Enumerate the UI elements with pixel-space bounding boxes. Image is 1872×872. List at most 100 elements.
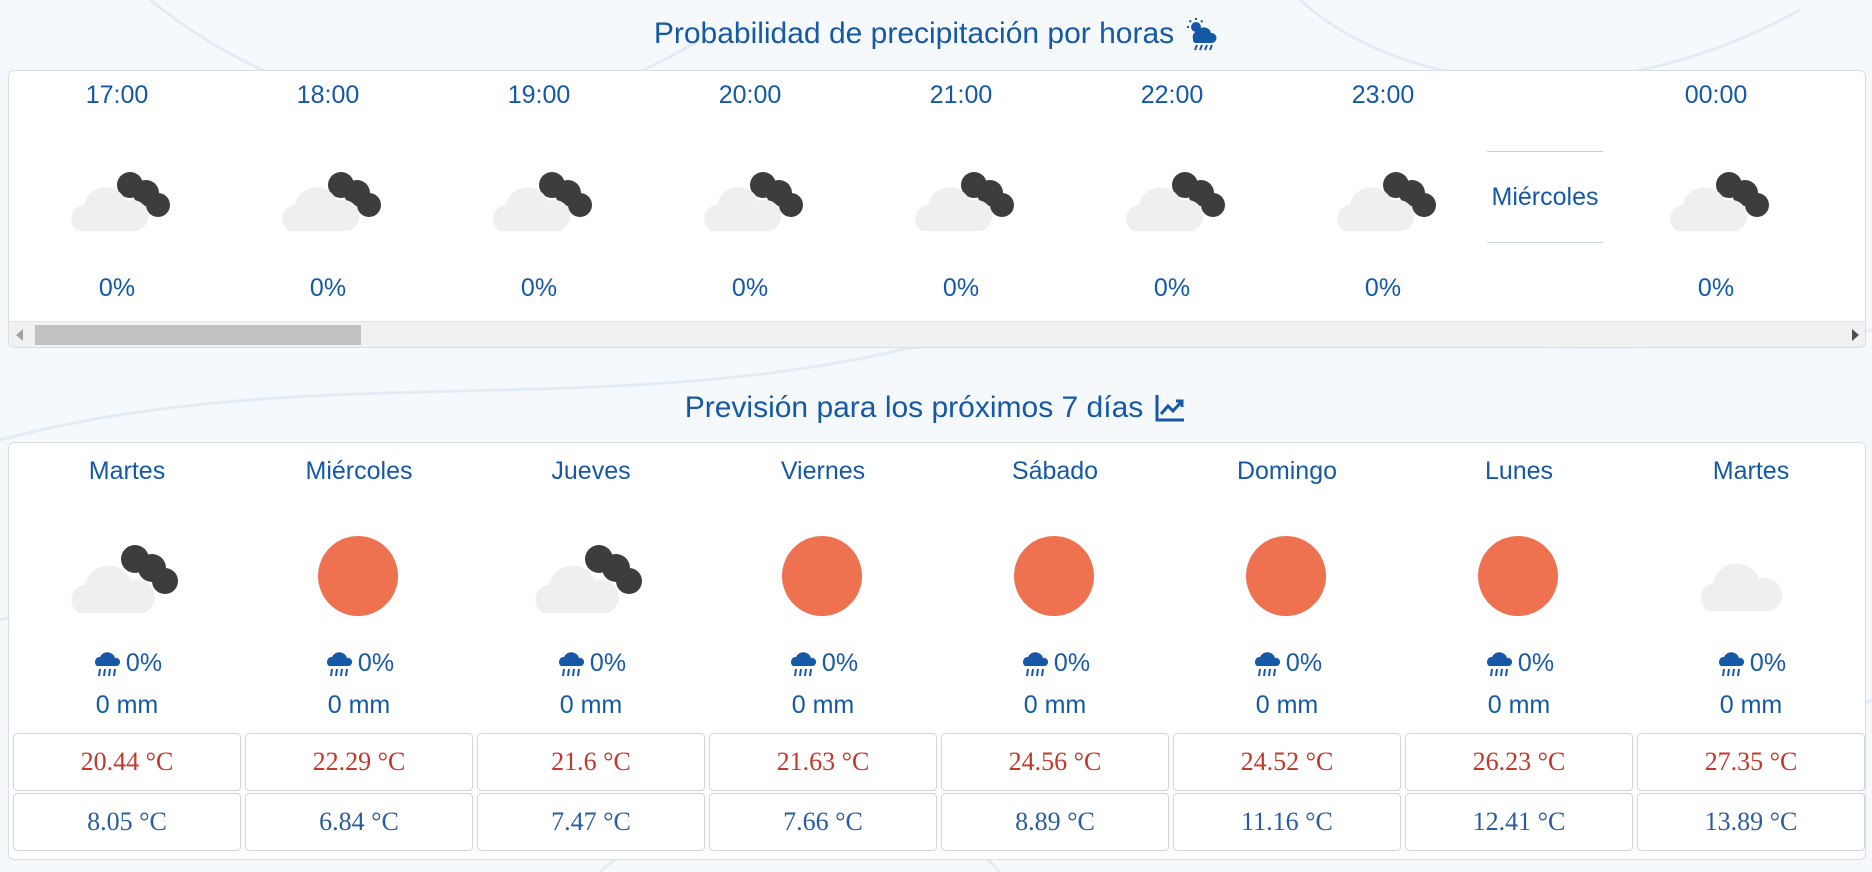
scroll-left-arrow-icon[interactable] <box>16 329 23 341</box>
cloud-night-icon <box>1670 172 1769 231</box>
day-item: Miércoles 0% 0 mm 22.29 °C 6.84 °C <box>243 443 475 861</box>
scroll-right-arrow-icon[interactable] <box>1852 329 1859 341</box>
day-rain-mm: 0 mm <box>1255 691 1319 719</box>
min-temperature: 8.05 °C <box>13 793 241 851</box>
day-name: Domingo <box>1236 457 1338 485</box>
day-name: Sábado <box>1011 457 1099 485</box>
hour-precip-pct: 0% <box>1364 274 1402 302</box>
hour-time: 20:00 <box>718 81 782 109</box>
hour-time: 23:00 <box>1351 81 1415 109</box>
hour-item: 22:00 0% <box>1082 71 1262 321</box>
min-temperature: 7.47 °C <box>477 793 705 851</box>
day-name: Martes <box>1712 457 1790 485</box>
max-temperature: 21.63 °C <box>709 733 937 791</box>
day-rain-pct: 0% <box>821 649 859 677</box>
cloud-night-icon <box>915 172 1014 231</box>
hour-precip-pct: 0% <box>1153 274 1191 302</box>
cloud-night-icon <box>282 172 381 231</box>
day-rain-mm: 0 mm <box>95 691 159 719</box>
max-temperature: 20.44 °C <box>13 733 241 791</box>
cloud-night-icon <box>1337 172 1436 231</box>
sun-icon <box>1246 536 1326 616</box>
hourly-section-title: Probabilidad de precipitación por horas <box>0 12 1872 56</box>
day-rain-pct: 0% <box>589 649 627 677</box>
min-temperature: 7.66 °C <box>709 793 937 851</box>
day-rain-probability: 0% <box>243 649 475 678</box>
max-temperature: 22.29 °C <box>245 733 473 791</box>
day-rain-mm: 0 mm <box>1023 691 1087 719</box>
max-temperature: 24.52 °C <box>1173 733 1401 791</box>
sun-icon <box>782 536 862 616</box>
min-temperature: 6.84 °C <box>245 793 473 851</box>
cloud-rain-icon <box>94 651 121 676</box>
horizontal-scrollbar[interactable] <box>9 321 1865 347</box>
cloud-night-icon <box>704 172 803 231</box>
day-item: Martes 0% 0 mm 20.44 °C 8.05 °C <box>11 443 243 861</box>
day-rain-probability: 0% <box>475 649 707 678</box>
min-temperature: 12.41 °C <box>1405 793 1633 851</box>
max-temperature: 21.6 °C <box>477 733 705 791</box>
hour-time: 22:00 <box>1140 81 1204 109</box>
day-rain-mm: 0 mm <box>1719 691 1783 719</box>
scrollbar-thumb[interactable] <box>35 325 361 345</box>
day-rain-pct: 0% <box>125 649 163 677</box>
min-temperature: 13.89 °C <box>1637 793 1865 851</box>
day-rain-probability: 0% <box>939 649 1171 678</box>
cloud-night-icon <box>493 172 592 231</box>
day-name: Lunes <box>1484 457 1554 485</box>
day-rain-pct: 0% <box>1285 649 1323 677</box>
day-item: Martes 0% 0 mm 27.35 °C 13.89 °C <box>1635 443 1867 861</box>
day-rain-mm: 0 mm <box>791 691 855 719</box>
day-name: Jueves <box>551 457 631 485</box>
day-item: Sábado 0% 0 mm 24.56 °C 8.89 °C <box>939 443 1171 861</box>
hour-precip-pct: 0% <box>1697 274 1735 302</box>
cloud-rain-icon <box>1022 651 1049 676</box>
day-item: Jueves 0% 0 mm 21.6 °C 7.47 °C <box>475 443 707 861</box>
max-temperature: 27.35 °C <box>1637 733 1865 791</box>
day-rain-pct: 0% <box>1517 649 1555 677</box>
day-name: Viernes <box>780 457 866 485</box>
hourly-forecast-panel[interactable]: 17:00 0% 18:00 0% 19:00 0% 20:00 0% 21:0… <box>8 70 1866 348</box>
day-name: Martes <box>88 457 166 485</box>
hour-precip-pct: 0% <box>520 274 558 302</box>
cloud-night-icon <box>71 545 178 613</box>
hour-precip-pct: 0% <box>309 274 347 302</box>
cloud-rain-icon <box>790 651 817 676</box>
min-temperature: 11.16 °C <box>1173 793 1401 851</box>
day-divider-label: Miércoles <box>1487 151 1603 243</box>
day-rain-mm: 0 mm <box>327 691 391 719</box>
hour-time: 21:00 <box>929 81 993 109</box>
hour-time: 18:00 <box>296 81 360 109</box>
day-rain-probability: 0% <box>707 649 939 678</box>
hourly-title-text: Probabilidad de precipitación por horas <box>653 17 1175 50</box>
cloud-rain-icon <box>558 651 585 676</box>
day-rain-pct: 0% <box>357 649 395 677</box>
day-rain-mm: 0 mm <box>1487 691 1551 719</box>
day-rain-probability: 0% <box>11 649 243 678</box>
day-rain-probability: 0% <box>1635 649 1867 678</box>
day-rain-probability: 0% <box>1403 649 1635 678</box>
day-rain-mm: 0 mm <box>559 691 623 719</box>
cloud-rain-icon <box>326 651 353 676</box>
cloud-sun-rain-icon <box>1187 18 1217 51</box>
trend-chart-icon <box>1155 395 1185 422</box>
hour-item: 18:00 0% <box>238 71 418 321</box>
day-rain-probability: 0% <box>1171 649 1403 678</box>
daily-forecast-panel: Martes 0% 0 mm 20.44 °C 8.05 °C Miércole… <box>8 442 1866 860</box>
cloud-rain-icon <box>1254 651 1281 676</box>
sun-icon <box>318 536 398 616</box>
hour-item: 23:00 0% <box>1293 71 1473 321</box>
max-temperature: 26.23 °C <box>1405 733 1633 791</box>
cloud-icon <box>1700 563 1783 611</box>
day-rain-pct: 0% <box>1053 649 1091 677</box>
hour-time: 17:00 <box>85 81 149 109</box>
day-item: Viernes 0% 0 mm 21.63 °C 7.66 °C <box>707 443 939 861</box>
hour-item: 17:00 0% <box>27 71 207 321</box>
max-temperature: 24.56 °C <box>941 733 1169 791</box>
cloud-rain-icon <box>1486 651 1513 676</box>
hour-item: 00:00 0% <box>1626 71 1806 321</box>
hour-item: 21:00 0% <box>871 71 1051 321</box>
day-name: Miércoles <box>305 457 413 485</box>
cloud-night-icon <box>1126 172 1225 231</box>
hour-time: 00:00 <box>1684 81 1748 109</box>
